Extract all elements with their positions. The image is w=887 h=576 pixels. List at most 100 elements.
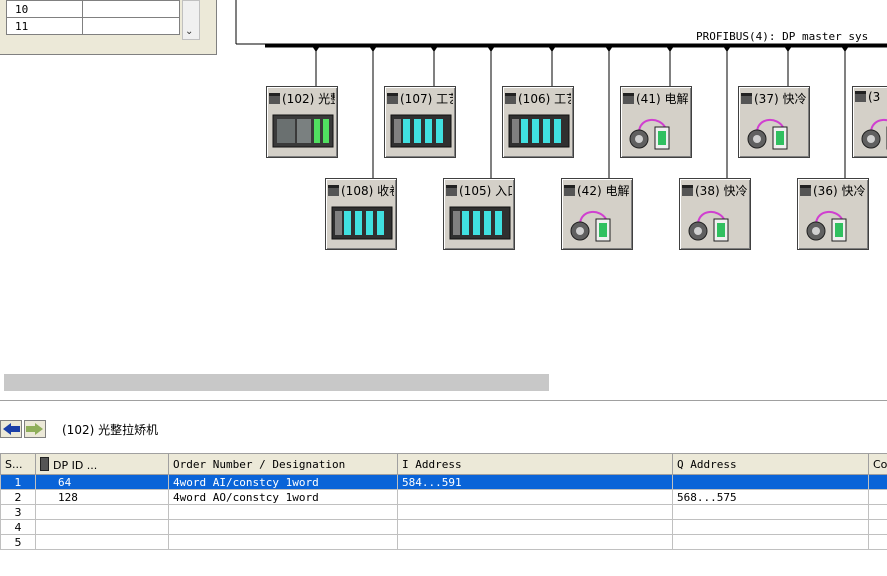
arrow-left-icon bbox=[3, 423, 20, 435]
module-graphic bbox=[684, 203, 740, 246]
io-rack-icon bbox=[508, 114, 570, 148]
q-address-cell bbox=[672, 534, 869, 550]
module-config-table: S... DP ID ... Order Number / Designatio… bbox=[0, 453, 887, 550]
table-row[interactable]: 3 bbox=[0, 504, 887, 520]
dp-slave-module[interactable]: (108) 收卷 bbox=[325, 178, 397, 250]
bus-connector-marker bbox=[487, 46, 495, 52]
module-label-text: (3 bbox=[868, 90, 881, 104]
module-label-text: (105) 入口 bbox=[459, 184, 512, 198]
station-icon bbox=[505, 93, 516, 104]
panel-divider bbox=[0, 400, 887, 401]
q-address-cell bbox=[672, 474, 869, 490]
arrow-right-icon bbox=[26, 423, 43, 435]
bus-connector-marker bbox=[548, 46, 556, 52]
dp-slave-module[interactable]: (105) 入口 bbox=[443, 178, 515, 250]
drive-icon bbox=[570, 211, 611, 242]
comment-cell bbox=[868, 474, 887, 490]
bus-connector-marker bbox=[841, 46, 849, 52]
column-header-dp-id[interactable]: DP ID ... bbox=[35, 453, 169, 475]
bus-connector-marker bbox=[605, 46, 613, 52]
module-label: (37) 快冷 bbox=[741, 90, 807, 107]
q-address-cell: 568...575 bbox=[672, 489, 869, 505]
module-icon bbox=[40, 456, 49, 471]
bus-connector-marker bbox=[369, 46, 377, 52]
dp-id-cell: 64 bbox=[35, 474, 169, 490]
bus-connector-marker bbox=[430, 46, 438, 52]
module-label-text: (36) 快冷 bbox=[813, 184, 866, 198]
slot-cell: 4 bbox=[0, 519, 36, 535]
station-icon bbox=[269, 93, 280, 104]
module-label: (36) 快冷 bbox=[800, 182, 866, 199]
module-label-text: (102) 光整 bbox=[282, 92, 335, 106]
column-header-slot[interactable]: S... bbox=[0, 453, 36, 475]
i-address-cell bbox=[397, 519, 673, 535]
module-graphic bbox=[271, 111, 335, 154]
table-header-row: S... DP ID ... Order Number / Designatio… bbox=[0, 453, 887, 475]
column-header-comment[interactable]: Co bbox=[868, 453, 887, 475]
module-graphic bbox=[389, 111, 453, 154]
column-header-i-address[interactable]: I Address bbox=[397, 453, 673, 475]
module-graphic bbox=[507, 111, 571, 154]
order-number-cell bbox=[168, 534, 398, 550]
module-graphic bbox=[625, 111, 681, 154]
dp-slave-module[interactable]: (107) 工艺 bbox=[384, 86, 456, 158]
station-icon bbox=[387, 93, 398, 104]
station-icon bbox=[564, 185, 575, 196]
module-label-text: (108) 收卷 bbox=[341, 184, 394, 198]
order-number-cell bbox=[168, 504, 398, 520]
dp-slave-module[interactable]: (42) 电解 bbox=[561, 178, 633, 250]
order-number-cell: 4word AI/constcy 1word bbox=[168, 474, 398, 490]
drive-icon bbox=[688, 211, 729, 242]
module-graphic bbox=[566, 203, 622, 246]
bus-connector-marker bbox=[723, 46, 731, 52]
comment-cell bbox=[868, 489, 887, 505]
io-rack-icon bbox=[331, 206, 393, 240]
module-label: (102) 光整 bbox=[269, 90, 335, 107]
drive-icon bbox=[806, 211, 847, 242]
column-header-q-address[interactable]: Q Address bbox=[672, 453, 869, 475]
cpu-rack-icon bbox=[272, 114, 334, 148]
module-label-text: (41) 电解 bbox=[636, 92, 689, 106]
drive-icon bbox=[861, 119, 887, 150]
module-label-text: (107) 工艺 bbox=[400, 92, 453, 106]
dp-slave-module[interactable]: (37) 快冷 bbox=[738, 86, 810, 158]
table-row[interactable]: 4 bbox=[0, 519, 887, 535]
horizontal-scrollbar[interactable] bbox=[4, 374, 549, 391]
station-icon bbox=[855, 91, 866, 102]
forward-button[interactable] bbox=[24, 420, 46, 438]
comment-cell bbox=[868, 534, 887, 550]
detail-header: (102) 光整拉矫机 bbox=[0, 418, 887, 440]
table-row[interactable]: 2 128 4word AO/constcy 1word 568...575 bbox=[0, 489, 887, 505]
comment-cell bbox=[868, 519, 887, 535]
table-row[interactable]: 1 64 4word AI/constcy 1word 584...591 bbox=[0, 474, 887, 490]
dp-slave-module[interactable]: (36) 快冷 bbox=[797, 178, 869, 250]
slot-cell: 2 bbox=[0, 489, 36, 505]
io-rack-icon bbox=[390, 114, 452, 148]
module-label-text: (106) 工艺 bbox=[518, 92, 571, 106]
dp-slave-module[interactable]: (38) 快冷 bbox=[679, 178, 751, 250]
comment-cell bbox=[868, 504, 887, 520]
dp-id-cell bbox=[35, 519, 169, 535]
module-label: (106) 工艺 bbox=[505, 90, 571, 107]
dp-slave-module[interactable]: (102) 光整 bbox=[266, 86, 338, 158]
module-label: (41) 电解 bbox=[623, 90, 689, 107]
module-label: (3 bbox=[855, 90, 887, 104]
module-label-text: (38) 快冷 bbox=[695, 184, 748, 198]
station-icon bbox=[328, 185, 339, 196]
column-header-order-number[interactable]: Order Number / Designation bbox=[168, 453, 398, 475]
module-label-text: (42) 电解 bbox=[577, 184, 630, 198]
i-address-cell bbox=[397, 489, 673, 505]
back-button[interactable] bbox=[0, 420, 22, 438]
dp-slave-module[interactable]: (41) 电解 bbox=[620, 86, 692, 158]
dp-slave-module[interactable]: (3 bbox=[852, 86, 887, 158]
dp-id-cell bbox=[35, 504, 169, 520]
station-icon bbox=[682, 185, 693, 196]
dp-id-cell bbox=[35, 534, 169, 550]
module-graphic bbox=[857, 111, 887, 154]
dp-slave-module[interactable]: (106) 工艺 bbox=[502, 86, 574, 158]
slot-cell: 5 bbox=[0, 534, 36, 550]
q-address-cell bbox=[672, 504, 869, 520]
bus-connector-marker bbox=[784, 46, 792, 52]
table-row[interactable]: 5 bbox=[0, 534, 887, 550]
io-rack-icon bbox=[449, 206, 511, 240]
